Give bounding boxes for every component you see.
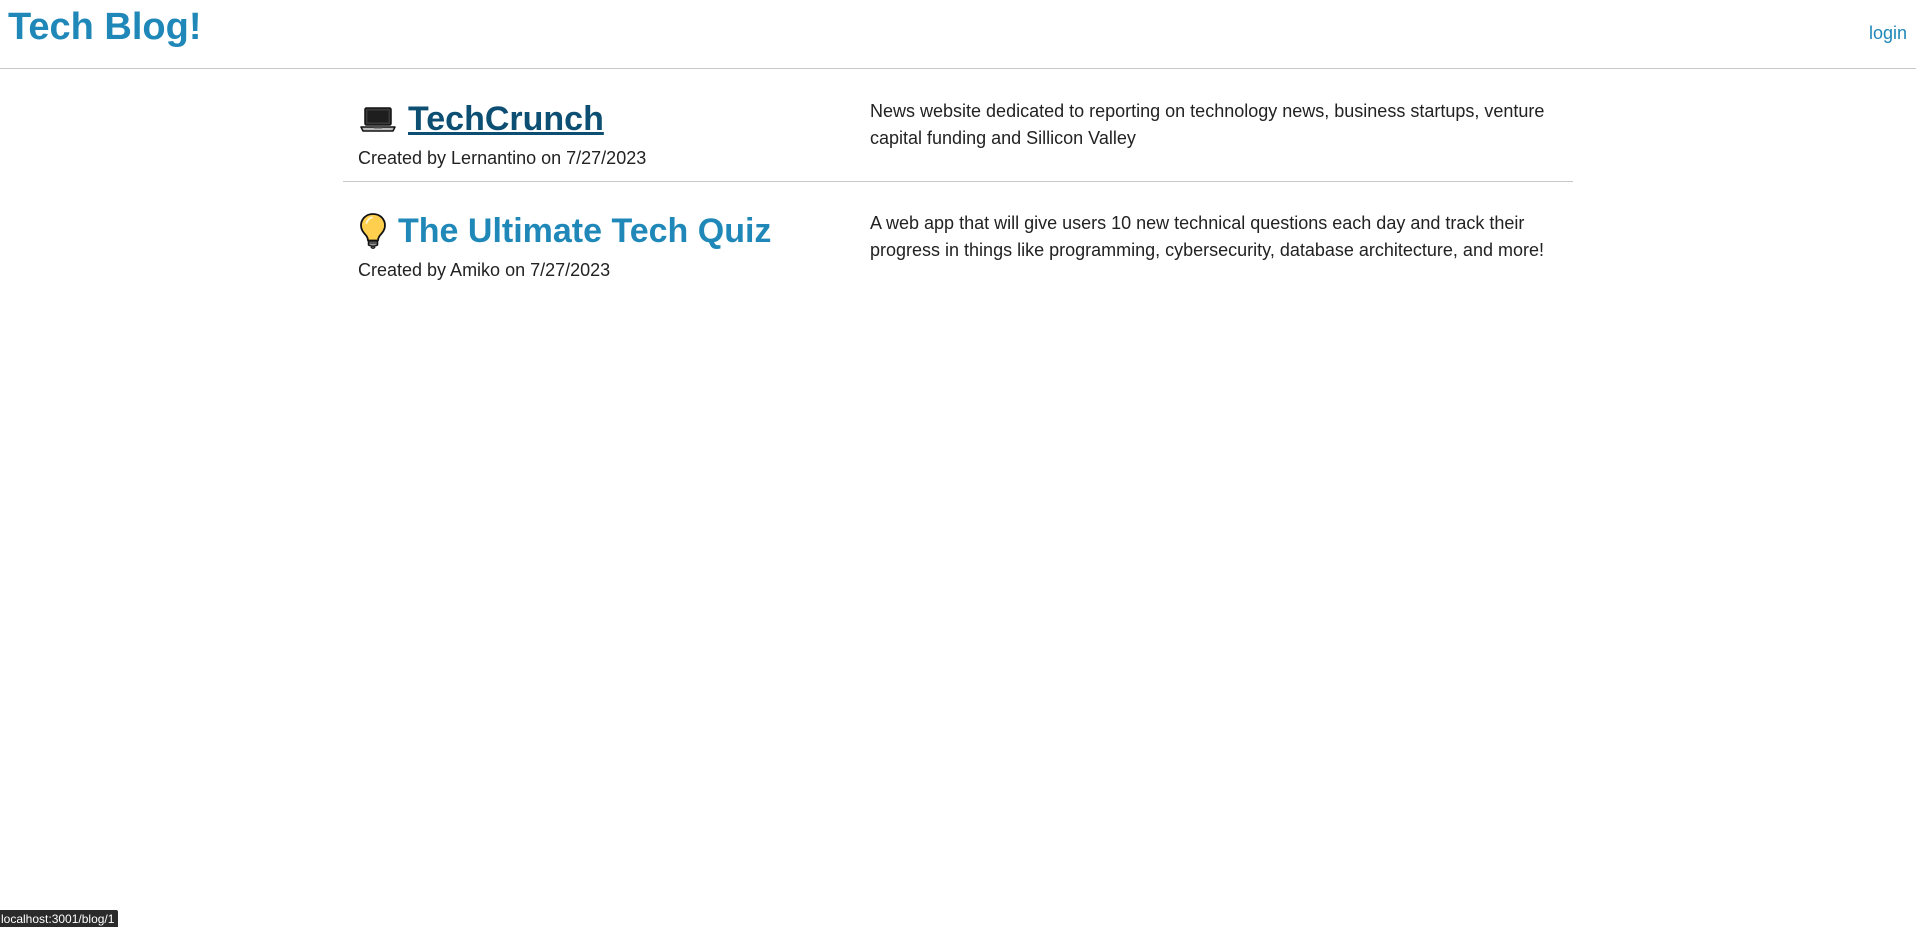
post-header: The Ultimate Tech Quiz Created by Amiko … (358, 210, 771, 281)
post-list: TechCrunch Created by Lernantino on 7/27… (343, 70, 1573, 294)
post-title-link[interactable]: TechCrunch (408, 100, 604, 139)
post-header: TechCrunch Created by Lernantino on 7/27… (358, 98, 646, 169)
post-item: The Ultimate Tech Quiz Created by Amiko … (343, 182, 1573, 294)
post-item: TechCrunch Created by Lernantino on 7/27… (343, 70, 1573, 182)
laptop-icon (358, 99, 398, 139)
post-meta: Created by Amiko on 7/27/2023 (358, 260, 611, 280)
site-title-link[interactable]: Tech Blog! (8, 6, 202, 49)
post-title-row: TechCrunch (358, 98, 646, 140)
login-link[interactable]: login (1869, 23, 1907, 44)
post-description: A web app that will give users 10 new te… (870, 213, 1544, 260)
post-description: News website dedicated to reporting on t… (870, 101, 1545, 148)
post-title-link[interactable]: The Ultimate Tech Quiz (398, 212, 771, 251)
site-header: Tech Blog! login (0, 0, 1916, 69)
link-preview-status-bar: localhost:3001/blog/1 (0, 910, 119, 927)
lightbulb-icon (358, 211, 388, 251)
post-title-row: The Ultimate Tech Quiz (358, 210, 771, 252)
post-meta: Created by Lernantino on 7/27/2023 (358, 148, 647, 168)
